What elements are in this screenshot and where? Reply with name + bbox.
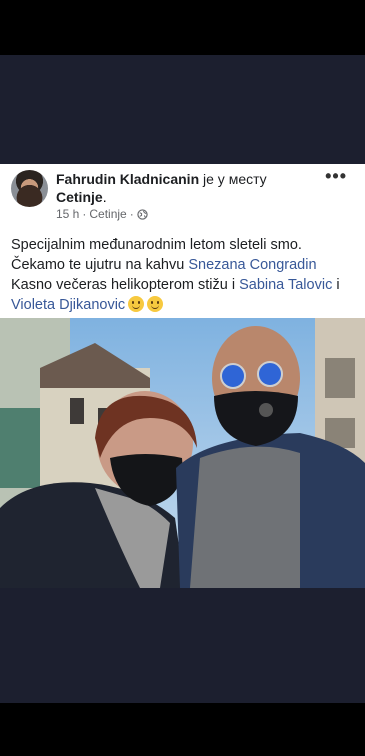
place-link[interactable]: Cetinje	[56, 189, 103, 205]
smile-emoji-icon	[147, 296, 164, 312]
post-location[interactable]: Cetinje	[89, 207, 126, 221]
post-card: Fahrudin Kladnicanin je у месту Cetinje.…	[0, 164, 365, 318]
bottom-black-bar	[0, 703, 365, 756]
author-avatar[interactable]	[11, 170, 48, 207]
smile-emoji-icon	[128, 296, 145, 312]
globe-icon	[137, 208, 148, 220]
mention-sabina[interactable]: Sabina Talovic	[239, 277, 332, 293]
post-meta: 15 h · Cetinje ·	[56, 207, 148, 221]
dark-background-top	[0, 55, 365, 164]
photo-illustration	[0, 318, 365, 588]
post-text: Specijalnim međunarodnim letom sleteli s…	[11, 235, 361, 315]
more-icon[interactable]: •••	[325, 166, 347, 187]
dark-background-bottom	[0, 588, 365, 703]
post-time[interactable]: 15 h	[56, 207, 79, 221]
mention-violeta[interactable]: Violeta Djikanovic	[11, 297, 125, 313]
post-text-line-3: Kasno večeras helikopterom stižu i Sabin…	[11, 277, 340, 293]
mention-snezana[interactable]: Snezana Congradin	[188, 257, 316, 273]
author-line: Fahrudin Kladnicanin je у месту	[56, 170, 316, 188]
author-name[interactable]: Fahrudin Kladnicanin	[56, 171, 199, 187]
post-text-line-2: Čekamo te ujutru na kahvu Snezana Congra…	[11, 257, 317, 273]
author-action: je у месту	[203, 171, 267, 187]
post-photo[interactable]	[0, 318, 365, 588]
place-line: Cetinje.	[56, 189, 107, 205]
top-black-bar	[0, 0, 365, 55]
post-text-line-1: Specijalnim međunarodnim letom sleteli s…	[11, 237, 302, 253]
post-text-line-4: Violeta Djikanovic	[11, 295, 361, 315]
